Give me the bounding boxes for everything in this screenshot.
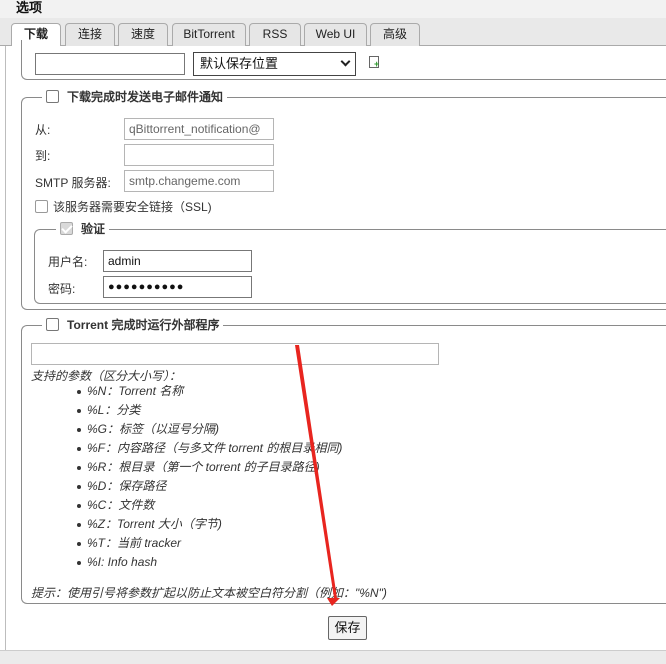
save-path-input[interactable] [35, 53, 185, 75]
to-label: 到: [35, 149, 51, 163]
window-titlebar: 选项 [0, 0, 666, 18]
chevron-down-icon [340, 56, 351, 67]
ssl-row: 该服务器需要安全链接（SSL) [35, 198, 212, 215]
email-to-input[interactable] [124, 144, 274, 166]
email-notification-checkbox[interactable] [46, 90, 59, 103]
params-list: %N：Torrent 名称 %L：分类 %G：标签（以逗号分隔) %F：内容路径… [75, 382, 342, 572]
password-input[interactable]: ●●●●●●●●●● [103, 276, 252, 298]
param-item: %D：保存路径 [75, 477, 342, 496]
ssl-label: 该服务器需要安全链接（SSL) [53, 200, 212, 214]
external-program-label: Torrent 完成时运行外部程序 [67, 318, 220, 332]
add-file-icon[interactable] [369, 56, 379, 69]
auth-label: 验证 [81, 222, 106, 236]
param-item: %C：文件数 [75, 496, 342, 515]
password-label: 密码: [48, 282, 76, 296]
save-location-select[interactable]: 默认保存位置 [193, 52, 356, 76]
smtp-label: SMTP 服务器: [35, 176, 111, 190]
email-notification-legend: 下载完成时发送电子邮件通知 [42, 90, 228, 104]
external-program-legend: Torrent 完成时运行外部程序 [42, 318, 224, 332]
param-item: %R：根目录（第一个 torrent 的子目录路径) [75, 458, 342, 477]
external-program-checkbox[interactable] [46, 318, 59, 331]
smtp-server-input[interactable]: smtp.changeme.com [124, 170, 274, 192]
from-label: 从: [35, 123, 51, 137]
external-program-command-input[interactable] [31, 343, 439, 365]
save-location-select-value: 默认保存位置 [200, 56, 279, 71]
ssl-checkbox[interactable] [35, 200, 48, 213]
window-title: 选项 [16, 0, 43, 15]
save-button[interactable]: 保存 [328, 616, 367, 640]
param-item: %Z：Torrent 大小（字节) [75, 515, 342, 534]
param-item: %L：分类 [75, 401, 342, 420]
param-item: %N：Torrent 名称 [75, 382, 342, 401]
bottom-bar [0, 650, 666, 664]
quote-hint: 提示：使用引号将参数扩起以防止文本被空白符分割（例如："%N") [31, 586, 387, 600]
username-label: 用户名: [48, 255, 88, 269]
param-item: %I: Info hash [75, 553, 342, 572]
param-item: %T：当前 tracker [75, 534, 342, 553]
username-input[interactable]: admin [103, 250, 252, 272]
email-notification-label: 下载完成时发送电子邮件通知 [67, 90, 224, 104]
param-item: %F：内容路径（与多文件 torrent 的根目录相同) [75, 439, 342, 458]
auth-legend: 验证 [56, 222, 110, 236]
email-from-input[interactable]: qBittorrent_notification@ [124, 118, 274, 140]
auth-checkbox[interactable] [60, 222, 73, 235]
param-item: %G：标签（以逗号分隔) [75, 420, 342, 439]
